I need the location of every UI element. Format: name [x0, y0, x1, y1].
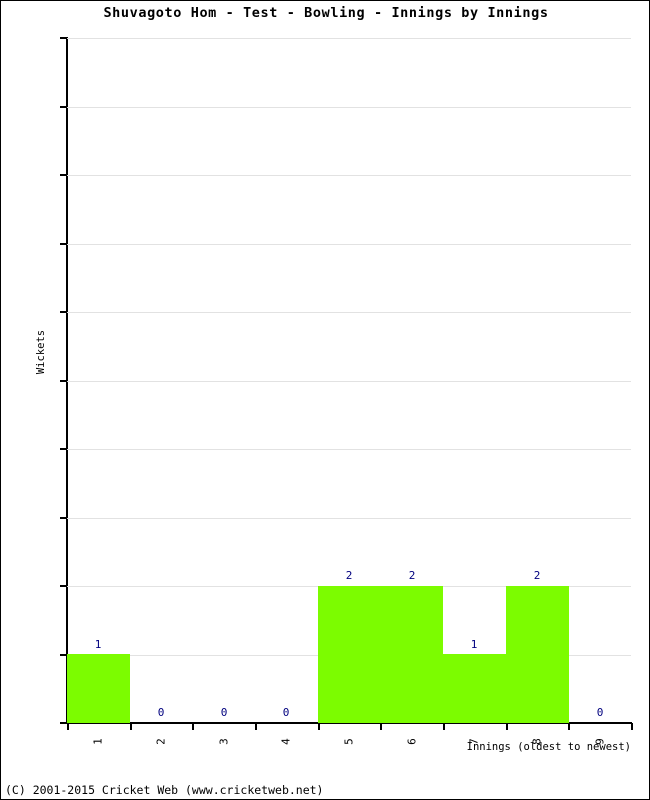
- x-tick-mark: [443, 723, 445, 730]
- gridline: [67, 243, 631, 245]
- bar: [506, 586, 569, 723]
- bar-value-label: 1: [470, 637, 478, 651]
- bar: [318, 586, 381, 723]
- bar-value-label: 0: [596, 706, 604, 719]
- x-tick-mark: [506, 723, 508, 730]
- gridline: [67, 106, 631, 108]
- gridline: [67, 517, 631, 519]
- x-tick-label: 3: [217, 738, 231, 745]
- gridline: [67, 312, 631, 313]
- x-axis-title: Innings (oldest to newest): [466, 741, 631, 753]
- bar-value-label: 0: [282, 706, 290, 719]
- bar: [67, 654, 130, 723]
- y-axis-title: Wickets: [35, 329, 47, 375]
- bar: [380, 586, 443, 723]
- gridline: [67, 449, 631, 450]
- bar-value-label: 2: [408, 569, 416, 582]
- y-tick-mark: [60, 516, 67, 519]
- gridline: [67, 380, 631, 382]
- y-tick-mark: [60, 174, 67, 176]
- plot-area: 012345678910 123456789 100022120: [60, 37, 633, 745]
- x-tick-mark: [318, 723, 320, 730]
- x-tick-mark: [67, 723, 69, 730]
- bar-value-label: 0: [157, 706, 165, 719]
- y-tick-mark: [60, 653, 67, 656]
- x-tick-mark: [380, 723, 382, 730]
- x-tick-label: 4: [279, 738, 293, 745]
- gridline: [67, 38, 631, 39]
- chart-title: Shuvagoto Hom - Test - Bowling - Innings…: [103, 5, 549, 21]
- bar-value-label: 2: [345, 569, 353, 582]
- bar-value-label: 0: [220, 706, 228, 719]
- x-tick-mark: [631, 723, 633, 730]
- gridline: [67, 175, 631, 176]
- copyright-footer: (C) 2001-2015 Cricket Web (www.cricketwe…: [5, 783, 324, 797]
- y-tick-mark: [60, 585, 67, 587]
- x-tick-mark: [568, 723, 570, 730]
- bar-value-label: 2: [533, 569, 541, 582]
- x-tick-mark: [255, 723, 257, 730]
- x-tick-label: 2: [154, 738, 168, 745]
- y-tick-mark: [60, 722, 67, 724]
- y-tick-mark: [60, 242, 67, 245]
- y-tick-mark: [60, 37, 67, 39]
- x-tick-mark: [192, 723, 194, 730]
- x-tick-label: 1: [91, 738, 105, 745]
- y-tick-mark: [60, 379, 67, 382]
- y-tick-mark: [60, 448, 67, 450]
- bar-value-label: 1: [94, 637, 102, 651]
- x-tick-mark: [130, 723, 132, 730]
- y-tick-mark: [60, 105, 67, 108]
- bar: [443, 654, 506, 723]
- chart-image: Shuvagoto Hom - Test - Bowling - Innings…: [0, 0, 650, 800]
- y-tick-mark: [60, 311, 67, 313]
